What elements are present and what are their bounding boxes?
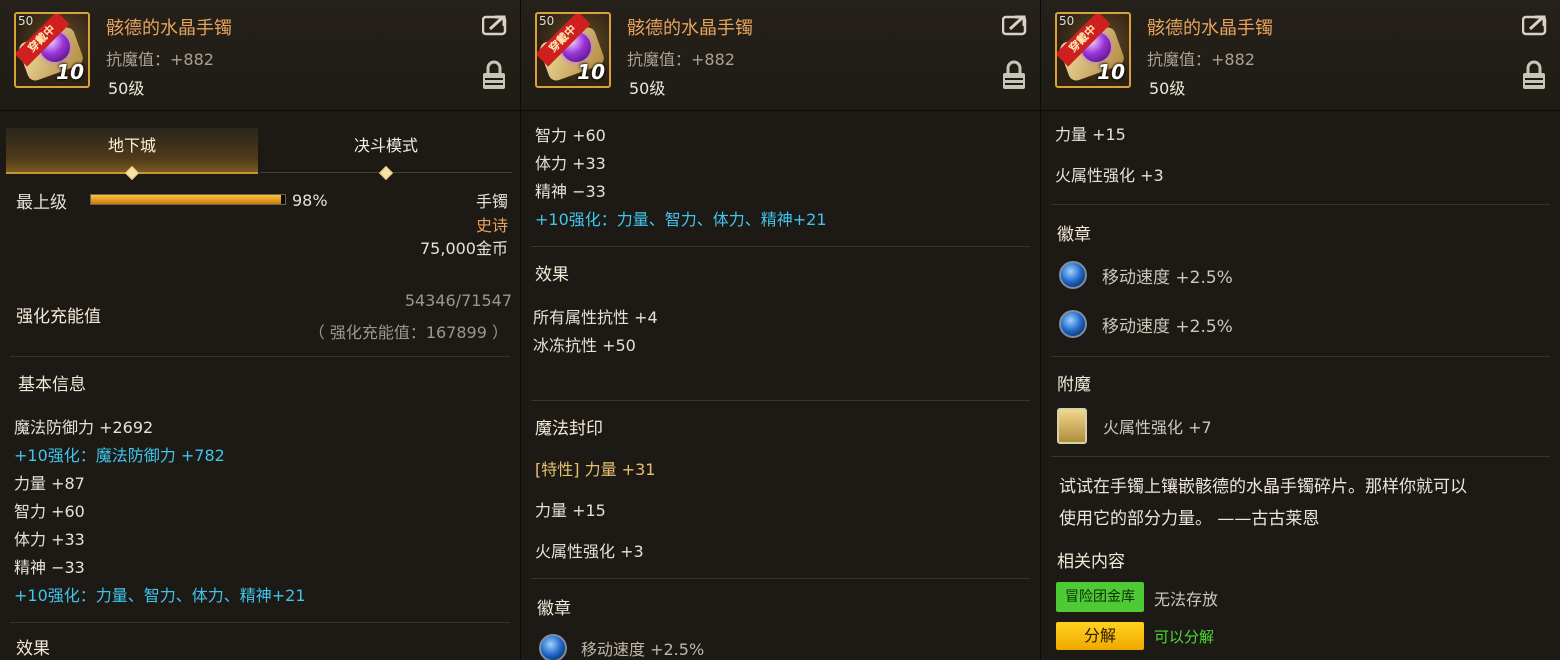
stat-line: 精神 −33 bbox=[14, 558, 85, 577]
reinforce-number: 10 bbox=[577, 60, 605, 84]
grade-progress-fill bbox=[91, 195, 282, 204]
seal-line: 力量 +15 bbox=[535, 501, 606, 520]
emblem-line: 移动速度 +2.5% bbox=[1102, 317, 1233, 337]
item-tooltip-panel-2: 50 穿戴中 10 骸德的水晶手镯 抗魔值：+882 50级 智力 +60 体力… bbox=[521, 0, 1040, 660]
tab-dungeon[interactable]: 地下城 bbox=[6, 128, 258, 181]
charge-value: 54346/71547 bbox=[404, 291, 512, 310]
lock-icon[interactable] bbox=[1522, 60, 1546, 90]
divider bbox=[531, 400, 1030, 401]
emblem-title: 徽章 bbox=[1057, 225, 1091, 245]
emblem-line-cut: 移动速度 +2.5% bbox=[581, 640, 705, 659]
blue-orb-icon bbox=[539, 634, 567, 660]
share-icon[interactable] bbox=[1522, 14, 1548, 36]
icon-level-number: 50 bbox=[539, 14, 555, 28]
enchant-card-icon bbox=[1057, 408, 1087, 444]
stat-line: 力量 +87 bbox=[14, 474, 85, 493]
icon-level-number: 50 bbox=[18, 14, 34, 28]
share-icon[interactable] bbox=[482, 14, 508, 36]
item-level: 50级 bbox=[108, 79, 145, 98]
diamond-icon bbox=[378, 165, 394, 181]
effect-line: 冰冻抗性 +50 bbox=[533, 336, 636, 355]
divider bbox=[10, 356, 510, 357]
seal-line: 火属性强化 +3 bbox=[1055, 166, 1164, 185]
item-magic-resist: 抗魔值：+882 bbox=[627, 50, 735, 69]
charge-label: 强化充能值 bbox=[16, 307, 101, 327]
divider bbox=[1051, 356, 1550, 357]
reinforce-line: +10强化：力量、智力、体力、精神+21 bbox=[535, 210, 827, 229]
effect-title-cut: 效果 bbox=[16, 639, 50, 659]
lock-icon[interactable] bbox=[482, 60, 506, 90]
item-header: 50 穿戴中 10 骸德的水晶手镯 抗魔值：+882 50级 bbox=[0, 0, 520, 111]
related-title: 相关内容 bbox=[1057, 552, 1125, 572]
flavor-text-line-2: 使用它的部分力量。 ——古古莱恩 bbox=[1059, 509, 1320, 529]
item-type: 手镯 bbox=[475, 192, 508, 211]
divider bbox=[531, 246, 1030, 247]
blue-orb-icon bbox=[1059, 310, 1087, 338]
flavor-text-line-1: 试试在手镯上镶嵌骸德的水晶手镯碎片。那样你就可以 bbox=[1059, 477, 1467, 497]
grade-progress-bar bbox=[90, 194, 286, 205]
enchant-line: 火属性强化 +7 bbox=[1103, 418, 1212, 437]
item-level: 50级 bbox=[1149, 79, 1186, 98]
item-name: 骸德的水晶手镯 bbox=[627, 18, 753, 39]
emblem-title: 徽章 bbox=[537, 599, 571, 619]
divider bbox=[1051, 204, 1550, 205]
tab-duel[interactable]: 决斗模式 bbox=[260, 128, 512, 181]
lock-icon[interactable] bbox=[1002, 60, 1026, 90]
reinforce-number: 10 bbox=[1097, 60, 1125, 84]
item-name: 骸德的水晶手镯 bbox=[106, 18, 232, 39]
grade-percent: 98% bbox=[292, 191, 328, 210]
tab-dungeon-label: 地下城 bbox=[107, 136, 156, 155]
adventure-vault-badge: 冒险团金库 bbox=[1056, 582, 1144, 612]
stat-line: 体力 +33 bbox=[14, 530, 85, 549]
item-magic-resist: 抗魔值：+882 bbox=[1147, 50, 1255, 69]
stat-line: 魔法防御力 +2692 bbox=[14, 418, 154, 437]
stat-line: 体力 +33 bbox=[535, 154, 606, 173]
bracelet-item-icon[interactable]: 50 穿戴中 10 bbox=[1055, 12, 1131, 88]
item-name: 骸德的水晶手镯 bbox=[1147, 18, 1273, 39]
magic-seal-title: 魔法封印 bbox=[535, 419, 603, 439]
divider bbox=[10, 622, 510, 623]
charge-sub: （ 强化充能值：167899 ） bbox=[308, 323, 508, 342]
emblem-line: 移动速度 +2.5% bbox=[1102, 268, 1233, 288]
icon-level-number: 50 bbox=[1059, 14, 1075, 28]
item-tooltip-panel-1: 50 穿戴中 10 骸德的水晶手镯 抗魔值：+882 50级 地下城 决斗模式 … bbox=[0, 0, 520, 660]
share-icon[interactable] bbox=[1002, 14, 1028, 36]
item-tooltip-panel-3: 50 穿戴中 10 骸德的水晶手镯 抗魔值：+882 50级 力量 +15 火属… bbox=[1041, 0, 1560, 660]
reinforce-number: 10 bbox=[56, 60, 84, 84]
seal-trait-line: [特性] 力量 +31 bbox=[535, 460, 656, 479]
item-magic-resist: 抗魔值：+882 bbox=[106, 50, 214, 69]
blue-orb-icon bbox=[1059, 261, 1087, 289]
stat-line: 智力 +60 bbox=[14, 502, 85, 521]
item-price: 75,000金币 bbox=[420, 239, 508, 258]
diamond-icon bbox=[124, 165, 140, 181]
stat-line: 智力 +60 bbox=[535, 126, 606, 145]
item-header: 50 穿戴中 10 骸德的水晶手镯 抗魔值：+882 50级 bbox=[1041, 0, 1560, 111]
tab-duel-label: 决斗模式 bbox=[353, 136, 418, 155]
effect-title: 效果 bbox=[535, 265, 569, 285]
reinforce-line: +10强化：魔法防御力 +782 bbox=[14, 446, 225, 465]
seal-line: 火属性强化 +3 bbox=[535, 542, 644, 561]
item-rarity: 史诗 bbox=[475, 216, 508, 235]
vault-status: 无法存放 bbox=[1154, 590, 1219, 609]
mode-tabs: 地下城 决斗模式 bbox=[6, 128, 512, 181]
grade-label: 最上级 bbox=[16, 193, 67, 213]
disassemble-status: 可以分解 bbox=[1154, 628, 1215, 646]
basic-info-title: 基本信息 bbox=[18, 375, 86, 395]
item-level: 50级 bbox=[629, 79, 666, 98]
reinforce-line: +10强化：力量、智力、体力、精神+21 bbox=[14, 586, 306, 605]
item-header: 50 穿戴中 10 骸德的水晶手镯 抗魔值：+882 50级 bbox=[521, 0, 1040, 111]
effect-line: 所有属性抗性 +4 bbox=[533, 308, 658, 327]
seal-line: 力量 +15 bbox=[1055, 125, 1126, 144]
bracelet-item-icon[interactable]: 50 穿戴中 10 bbox=[14, 12, 90, 88]
stat-line: 精神 −33 bbox=[535, 182, 606, 201]
divider bbox=[531, 578, 1030, 579]
divider bbox=[1051, 456, 1550, 457]
disassemble-badge: 分解 bbox=[1056, 622, 1144, 650]
bracelet-item-icon[interactable]: 50 穿戴中 10 bbox=[535, 12, 611, 88]
enchant-title: 附魔 bbox=[1057, 375, 1091, 395]
